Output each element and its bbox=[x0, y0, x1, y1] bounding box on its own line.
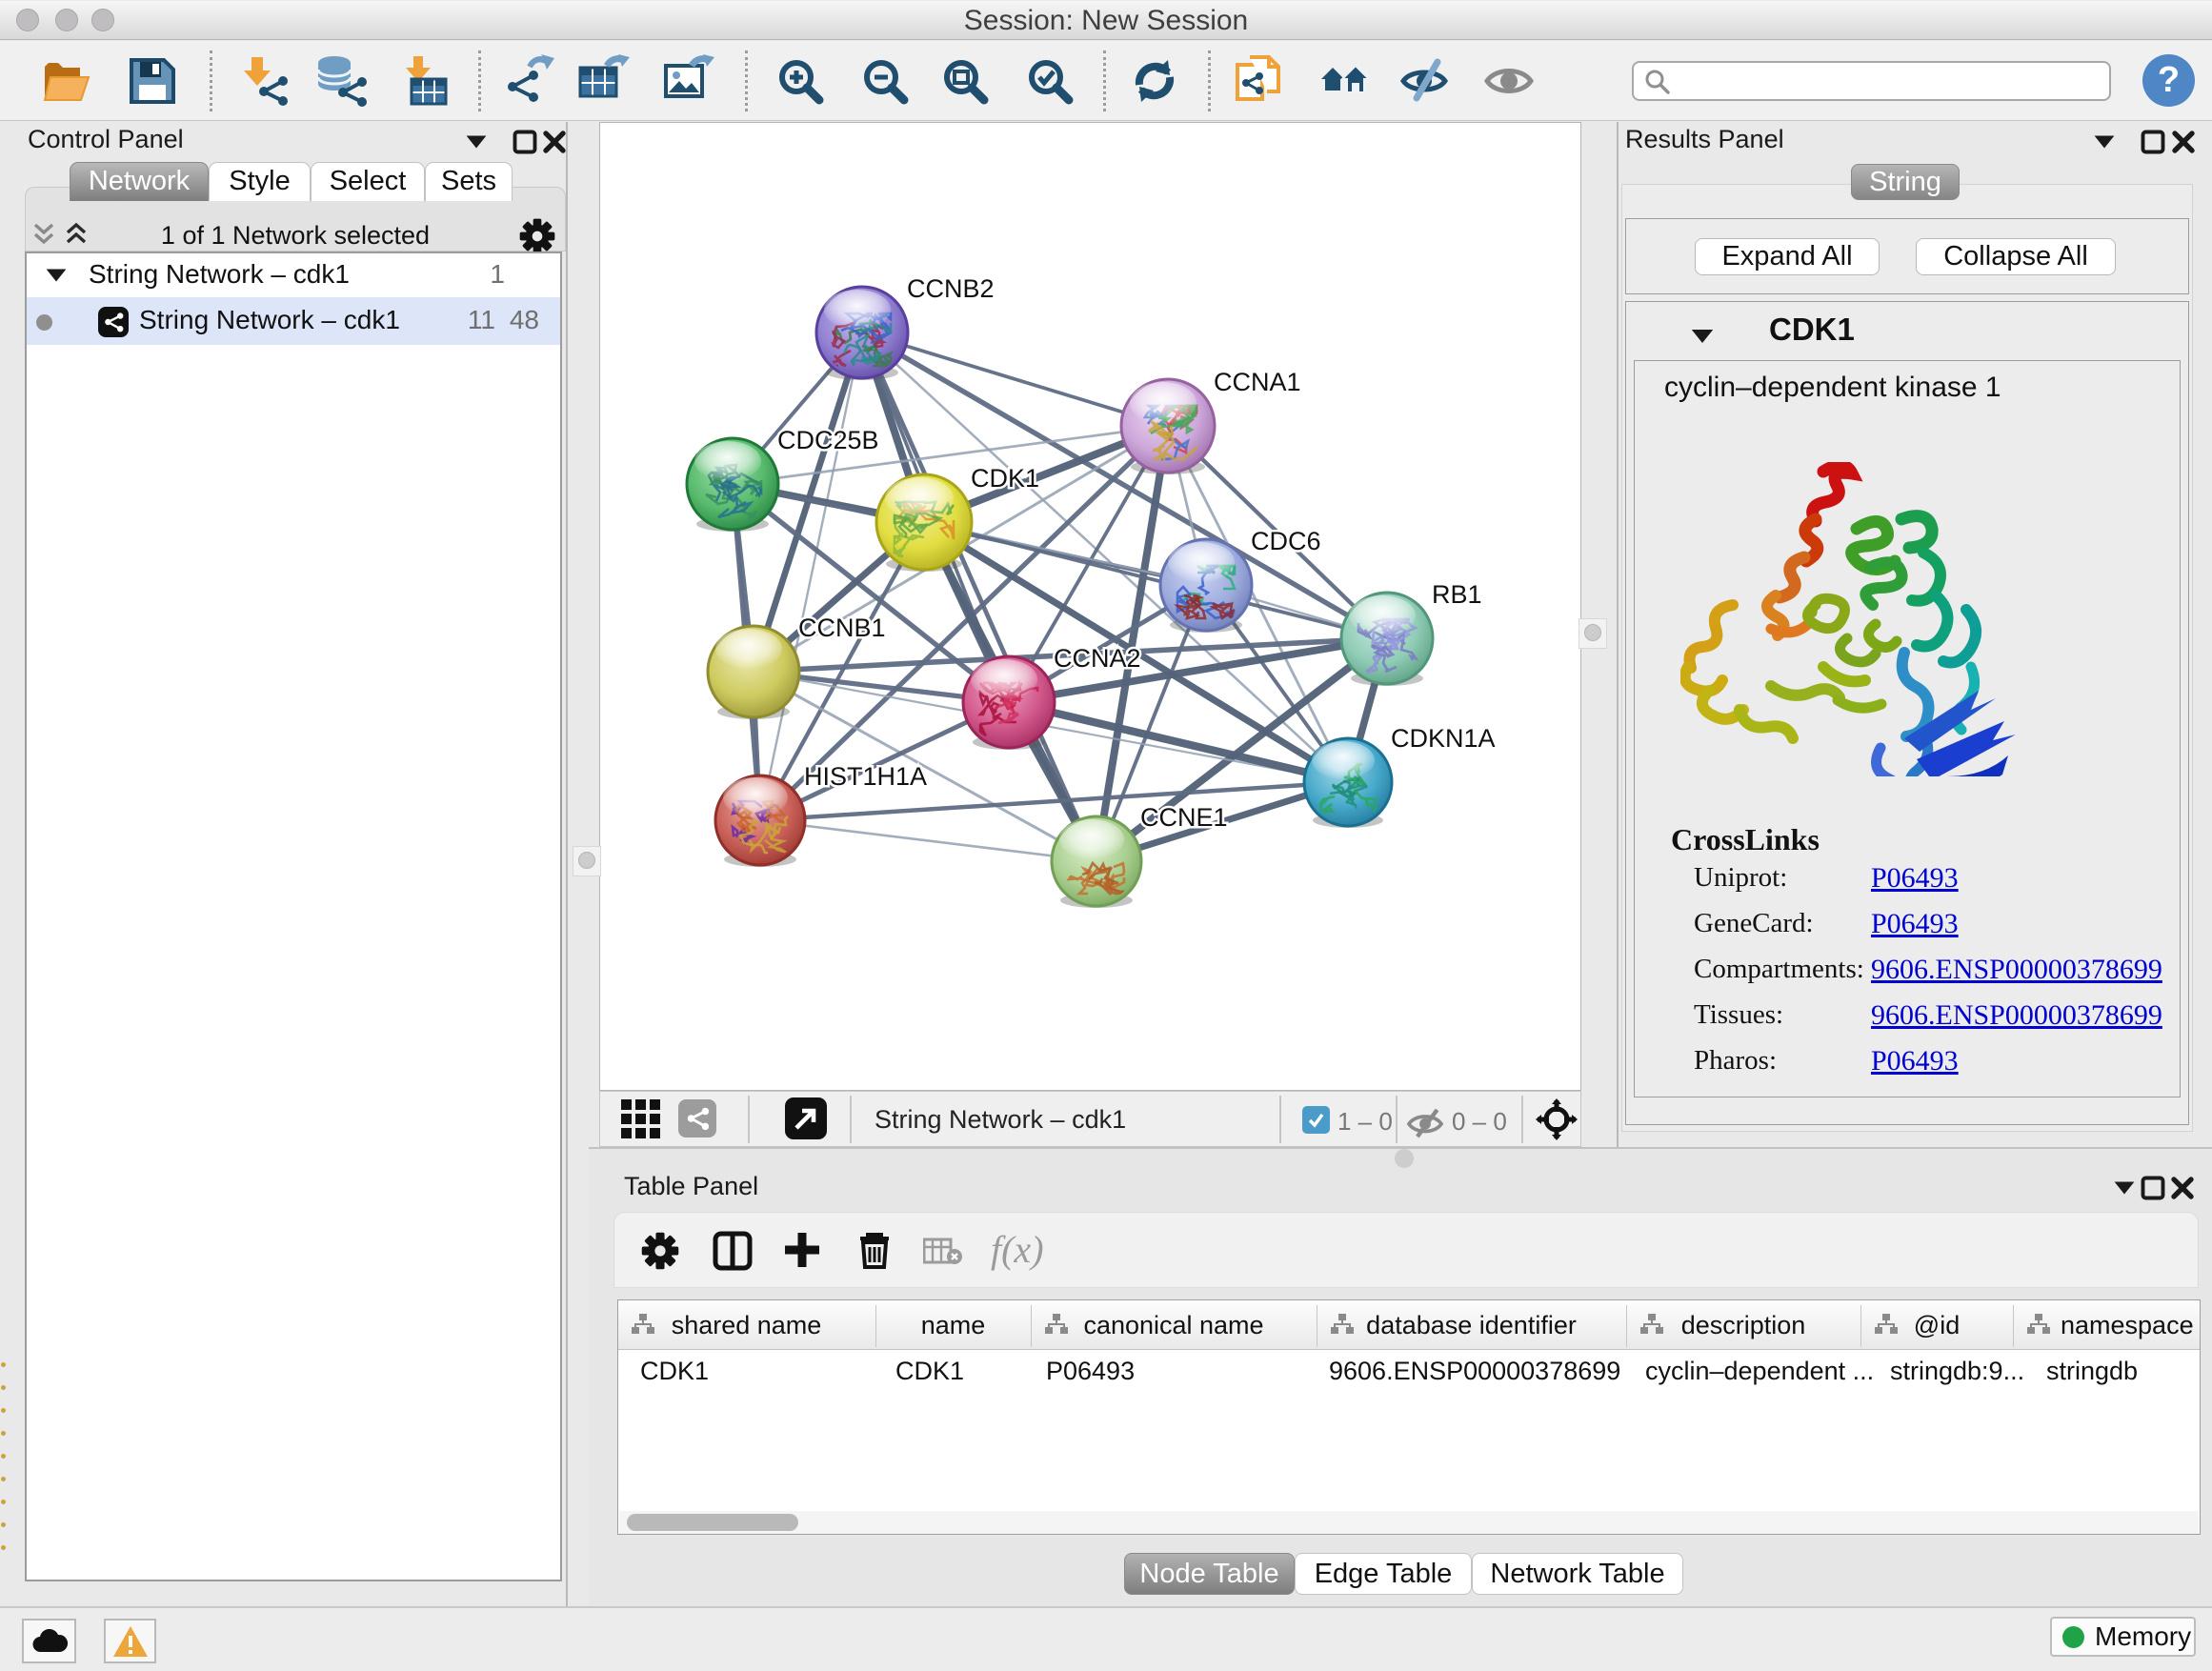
svg-text:CCNE1: CCNE1 bbox=[1140, 803, 1228, 832]
svg-text:CDC25B: CDC25B bbox=[777, 426, 879, 454]
svg-text:RB1: RB1 bbox=[1432, 580, 1482, 609]
svg-text:CDKN1A: CDKN1A bbox=[1391, 724, 1496, 753]
svg-text:CCNA1: CCNA1 bbox=[1214, 368, 1301, 396]
svg-text:CCNA2: CCNA2 bbox=[1054, 644, 1141, 673]
svg-text:HIST1H1A: HIST1H1A bbox=[804, 762, 927, 791]
svg-text:CDK1: CDK1 bbox=[971, 464, 1039, 493]
svg-text:CCNB1: CCNB1 bbox=[798, 614, 886, 642]
svg-text:CCNB2: CCNB2 bbox=[907, 274, 995, 303]
svg-text:CDC6: CDC6 bbox=[1251, 527, 1321, 555]
